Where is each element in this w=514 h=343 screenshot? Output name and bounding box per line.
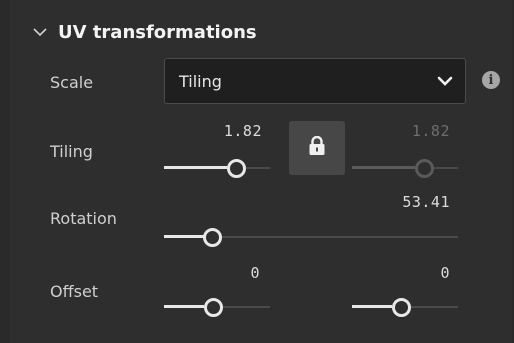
- tiling-u-slider[interactable]: [164, 158, 270, 178]
- chevron-down-icon: [32, 24, 48, 40]
- slider-thumb[interactable]: [204, 298, 223, 317]
- scale-label: Scale: [50, 73, 94, 92]
- slider-fill: [164, 166, 227, 169]
- slider-thumb[interactable]: [415, 159, 434, 178]
- offset-v-value[interactable]: 0: [430, 264, 450, 282]
- section-header[interactable]: UV transformations: [32, 18, 257, 46]
- chevron-down-icon: [437, 73, 453, 89]
- slider-fill: [164, 305, 204, 308]
- offset-label: Offset: [50, 282, 99, 301]
- offset-u-value[interactable]: 0: [240, 264, 260, 282]
- slider-fill: [164, 235, 204, 238]
- slider-thumb[interactable]: [392, 298, 411, 317]
- slider-thumb[interactable]: [227, 159, 246, 178]
- slider-fill: [352, 305, 392, 308]
- lock-icon: [308, 135, 326, 160]
- tiling-u-value[interactable]: 1.82: [200, 122, 262, 140]
- rotation-label: Rotation: [50, 209, 117, 228]
- offset-v-slider[interactable]: [352, 297, 458, 317]
- offset-u-slider[interactable]: [164, 297, 270, 317]
- scale-dropdown[interactable]: Tiling: [164, 58, 466, 104]
- slider-thumb[interactable]: [203, 228, 222, 247]
- lock-button[interactable]: [289, 121, 345, 175]
- scale-dropdown-value: Tiling: [179, 71, 222, 91]
- tiling-label: Tiling: [50, 142, 93, 161]
- section-title: UV transformations: [58, 21, 257, 43]
- rotation-value[interactable]: 53.41: [390, 193, 450, 211]
- info-icon[interactable]: i: [482, 71, 500, 89]
- tiling-v-slider[interactable]: [352, 158, 458, 178]
- uv-transformations-panel: UV transformations Scale Tiling i Tiling…: [10, 0, 512, 343]
- rotation-slider[interactable]: [164, 227, 458, 247]
- slider-fill: [352, 166, 415, 169]
- tiling-v-value[interactable]: 1.82: [390, 122, 450, 140]
